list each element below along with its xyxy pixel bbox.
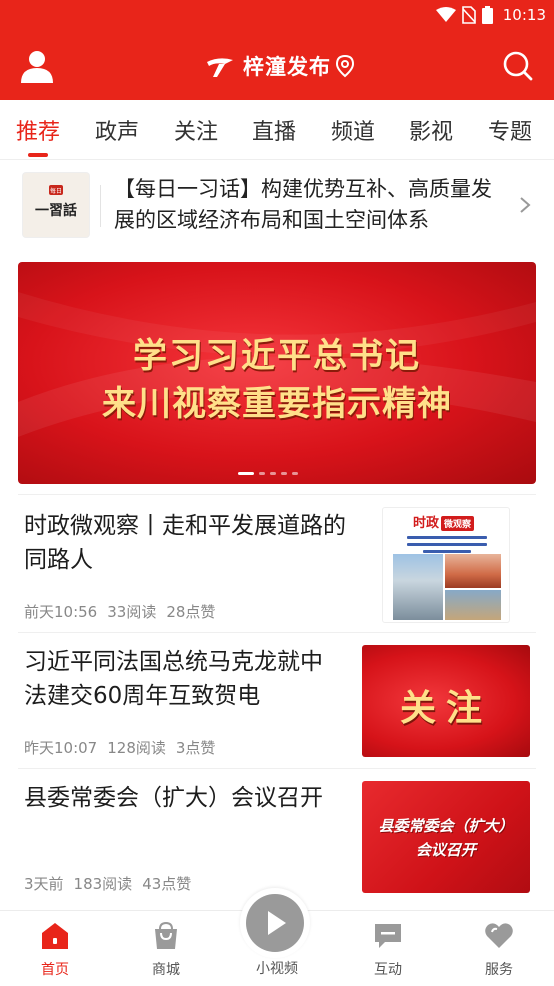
tab-topics[interactable]: 专题: [488, 114, 532, 146]
article-thumbnail: 县委常委会（扩大） 会议召开: [362, 781, 530, 893]
nav-home[interactable]: 首页: [15, 921, 95, 979]
daily-divider: [100, 185, 101, 227]
article-thumbnail: 关注: [362, 645, 530, 757]
article-time: 3天前: [24, 875, 64, 893]
carousel-dot[interactable]: [270, 472, 276, 475]
hero-title-line1: 学习习近平总书记: [133, 336, 421, 376]
active-tab-indicator: [28, 153, 48, 157]
calligraphy-thumbnail: 每日 一習話: [35, 185, 77, 219]
carousel-dot[interactable]: [259, 472, 265, 475]
status-icons: 10:13: [435, 4, 546, 26]
article-likes: 43点赞: [142, 875, 192, 893]
thumb-photo: [393, 554, 443, 620]
tab-follow[interactable]: 关注: [174, 114, 218, 146]
article-title: 时政微观察丨走和平发展道路的同路人: [24, 513, 346, 573]
heart-icon: [485, 923, 513, 948]
article-title: 县委常委会（扩大）会议召开: [24, 785, 323, 811]
article-reads: 33阅读: [107, 603, 157, 621]
search-button[interactable]: [502, 50, 534, 82]
nav-label: 商城: [152, 962, 180, 978]
chat-icon: [375, 924, 401, 948]
user-icon: [21, 51, 53, 83]
thumb-text-line2: 会议召开: [415, 841, 476, 859]
article-meta: 3天前 183阅读 43点赞: [24, 873, 191, 894]
daily-thumb-badge: 每日: [50, 187, 62, 195]
thumb-head-badge: 微观察: [441, 516, 475, 531]
article-likes: 28点赞: [166, 603, 216, 621]
carousel-dot[interactable]: [292, 472, 298, 475]
short-video-button[interactable]: [240, 888, 310, 958]
tab-video[interactable]: 影视: [409, 114, 453, 146]
thumb-text: 关注: [399, 687, 492, 729]
article-time: 前天10:56: [24, 603, 98, 621]
nav-label: 小视频: [256, 961, 298, 977]
hero-title-line2: 来川视察重要指示精神: [102, 384, 452, 424]
nav-label: 互动: [374, 962, 402, 978]
article-item[interactable]: 时政微观察丨走和平发展道路的同路人 前天10:56 33阅读 28点赞 时政 微观…: [18, 494, 536, 632]
thumb-photo: [445, 590, 501, 620]
status-time: 10:13: [502, 6, 546, 24]
article-time: 昨天10:07: [24, 739, 98, 757]
location-pin-icon[interactable]: [335, 54, 355, 78]
play-icon: [268, 911, 286, 935]
home-icon: [42, 923, 68, 949]
article-item[interactable]: 习近平同法国总统马克龙就中法建交60周年互致贺电 昨天10:07 128阅读 3…: [18, 632, 536, 768]
search-icon: [503, 51, 533, 81]
thumb-head: 时政 微观察: [413, 512, 475, 531]
tab-live[interactable]: 直播: [252, 114, 296, 146]
nav-label: 服务: [485, 962, 513, 978]
article-thumbnail: 时政 微观察: [382, 507, 510, 623]
hero-carousel[interactable]: 学习习近平总书记 来川视察重要指示精神: [18, 262, 536, 484]
daily-thumb-text: 一習話: [35, 202, 77, 219]
app-logo: 梓潼发布: [205, 50, 355, 82]
nav-service[interactable]: 服务: [459, 921, 539, 979]
article-reads: 183阅读: [73, 875, 133, 893]
tab-politics[interactable]: 政声: [95, 114, 139, 146]
carousel-dot[interactable]: [281, 472, 287, 475]
thumb-text-line1: 县委常委会（扩大）: [378, 817, 514, 835]
article-meta: 前天10:56 33阅读 28点赞: [24, 601, 215, 622]
article-likes: 3点赞: [175, 739, 216, 757]
nav-mall[interactable]: 商城: [126, 921, 206, 979]
daily-study-text: 【每日一习话】构建优势互补、高质量发展的区域经济布局和国土空间体系: [114, 177, 492, 232]
video-button-circle: [246, 894, 304, 952]
app-header: 梓潼发布: [0, 30, 554, 100]
article-title: 习近平同法国总统马克龙就中法建交60周年互致贺电: [24, 649, 323, 709]
daily-study-banner[interactable]: 每日 一習話 【每日一习话】构建优势互补、高质量发展的区域经济布局和国土空间体系: [0, 160, 554, 250]
wifi-icon: [435, 7, 456, 22]
nav-label: 首页: [41, 962, 69, 978]
logo-text: 梓潼发布: [243, 55, 331, 79]
daily-study-thumbnail: 每日 一習話: [23, 173, 89, 237]
user-button[interactable]: [18, 48, 56, 84]
nav-interact[interactable]: 互动: [348, 921, 428, 979]
no-sim-icon: [461, 6, 476, 24]
tab-recommend[interactable]: 推荐: [16, 114, 60, 146]
category-tabs: 推荐 政声 关注 直播 频道 影视 专题: [0, 100, 554, 160]
status-bar: 10:13: [0, 0, 554, 30]
tab-channel[interactable]: 频道: [331, 114, 375, 146]
thumb-head-text: 时政: [413, 516, 440, 531]
shopping-bag-icon: [155, 921, 177, 949]
chevron-right-icon: [520, 197, 531, 213]
thumb-photo: [445, 554, 501, 588]
article-reads: 128阅读: [107, 739, 166, 757]
logo-mark-icon: [207, 58, 233, 77]
carousel-dots: [238, 472, 298, 475]
article-meta: 昨天10:07 128阅读 3点赞: [24, 737, 215, 758]
carousel-dot[interactable]: [238, 472, 254, 475]
article-item[interactable]: 县委常委会（扩大）会议召开 3天前 183阅读 43点赞 县委常委会（扩大） 会…: [18, 768, 536, 908]
battery-icon: [481, 6, 493, 24]
